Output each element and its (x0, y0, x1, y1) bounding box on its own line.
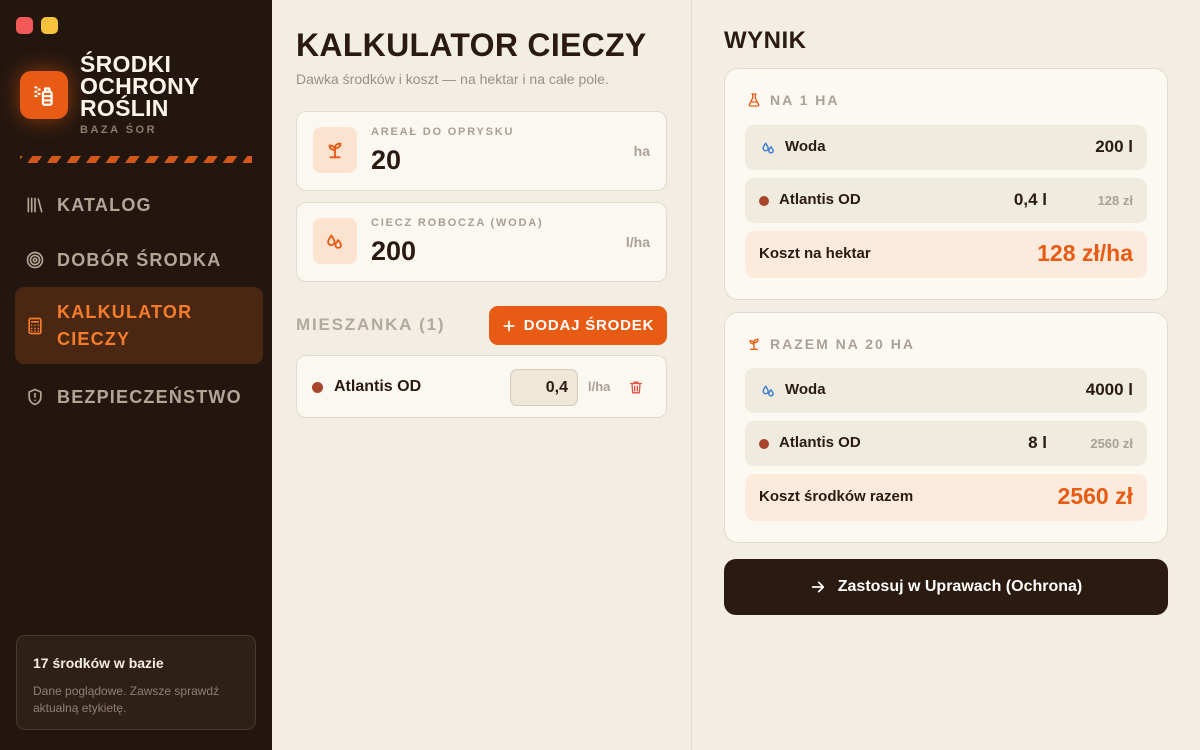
water-label: CIECZ ROBOCZA (WODA) (371, 217, 544, 229)
shield-alert-icon (25, 387, 45, 407)
total-water-label: Woda (785, 381, 826, 398)
area-unit: ha (633, 143, 650, 159)
database-info-card: 17 środków w bazie Dane poglądowe. Zawsz… (16, 635, 256, 730)
total-product-name: Atlantis OD (779, 434, 861, 451)
mix-title: MIESZANKA (1) (296, 315, 446, 334)
disclaimer-text: Dane poglądowe. Zawsze sprawdź aktualną … (33, 684, 220, 715)
total-area-heading: RAZEM NA 20 HA (746, 336, 915, 352)
close-window-button[interactable] (16, 17, 33, 34)
result-title: WYNIK (724, 27, 807, 54)
nav-item-kalkulator-cieczy[interactable]: KALKULATOR CIECZY (15, 287, 263, 364)
water-drops-icon (759, 381, 777, 399)
add-product-label: DODAJ ŚRODEK (523, 317, 655, 334)
water-unit: l/ha (625, 234, 650, 250)
flask-icon (748, 93, 760, 107)
total-cost-label: Koszt środków razem (759, 488, 914, 505)
water-input[interactable]: 200 (371, 236, 416, 267)
area-input-card[interactable]: AREAŁ DO OPRYSKU 20 ha (296, 111, 667, 191)
sidebar: ŚRODKI OCHRONY ROŚLIN BAZA ŚOR KATALOG D… (0, 0, 272, 750)
arrow-right-icon (811, 581, 824, 593)
total-water-row: Woda 4000 l (745, 368, 1147, 413)
page-subtitle: Dawka środków i koszt — na hektar i na c… (296, 71, 609, 87)
droplets-icon (313, 218, 357, 264)
nav-item-label: KALKULATOR CIECZY (57, 301, 193, 349)
app-subtitle: BAZA ŚOR (80, 124, 158, 136)
mix-item-dose-unit: l/ha (588, 379, 611, 394)
total-product-amount: 8 l (1028, 433, 1047, 452)
target-icon (25, 250, 45, 270)
add-product-button[interactable]: DODAJ ŚRODEK (489, 306, 667, 345)
total-area-card: RAZEM NA 20 HA Woda 4000 l Atlantis OD 8… (724, 312, 1168, 543)
apply-to-crops-label: Zastosuj w Uprawach (Ochrona) (837, 578, 1083, 595)
app-title: ŚRODKI OCHRONY ROŚLIN (80, 51, 200, 121)
sprout-icon (749, 338, 759, 350)
per-hectare-card: NA 1 HA Woda 200 l Atlantis OD 0,4 l 128… (724, 68, 1168, 300)
nav-item-label: BEZPIECZEŃSTWO (57, 386, 242, 407)
spray-bottle-icon (34, 86, 53, 106)
library-icon (25, 195, 45, 215)
sprout-icon (313, 127, 357, 173)
nav-item-label: KATALOG (57, 194, 152, 215)
total-product-cost: 2560 zł (1090, 436, 1133, 451)
water-drops-icon (759, 138, 777, 156)
per-hectare-heading-label: NA 1 HA (770, 92, 840, 108)
apply-to-crops-button[interactable]: Zastosuj w Uprawach (Ochrona) (724, 559, 1168, 615)
window-controls (16, 17, 58, 34)
area-label: AREAŁ DO OPRYSKU (371, 126, 515, 138)
product-color-dot (312, 382, 323, 393)
per-ha-total-label: Koszt na hektar (759, 245, 871, 262)
mix-item-dose-input[interactable]: 0,4 (510, 369, 578, 406)
per-hectare-heading: NA 1 HA (746, 92, 840, 108)
nav-item-label: DOBÓR ŚRODKA (57, 249, 222, 270)
minimize-window-button[interactable] (41, 17, 58, 34)
mix-item-name: Atlantis OD (334, 378, 422, 395)
per-ha-product-row: Atlantis OD 0,4 l 128 zł (745, 178, 1147, 223)
product-color-dot (759, 439, 769, 449)
per-ha-total-value: 128 zł/ha (1037, 240, 1133, 266)
hazard-stripe (20, 156, 252, 163)
database-count: 17 środków w bazie (33, 655, 164, 671)
plus-icon (503, 319, 515, 332)
total-cost-row: Koszt środków razem 2560 zł (745, 474, 1147, 521)
area-input[interactable]: 20 (371, 145, 401, 176)
per-ha-water-value: 200 l (1095, 137, 1133, 156)
total-cost-value: 2560 zł (1057, 483, 1133, 509)
total-product-row: Atlantis OD 8 l 2560 zł (745, 421, 1147, 466)
water-input-card[interactable]: CIECZ ROBOCZA (WODA) 200 l/ha (296, 202, 667, 282)
mix-item-row: Atlantis OD 0,4 l/ha (296, 355, 667, 418)
page-title: KALKULATOR CIECZY (296, 27, 647, 63)
result-panel: WYNIK NA 1 HA Woda 200 l Atlantis OD 0,4… (692, 0, 1200, 750)
per-ha-product-cost: 128 zł (1097, 193, 1133, 208)
trash-icon[interactable] (627, 377, 645, 397)
total-water-value: 4000 l (1085, 380, 1133, 399)
nav-item-bezpieczenstwo[interactable]: BEZPIECZEŃSTWO (15, 384, 263, 410)
nav-item-katalog[interactable]: KATALOG (15, 192, 263, 218)
app-logo (20, 71, 68, 119)
per-ha-product-amount: 0,4 l (1013, 190, 1047, 209)
calculator-icon (25, 316, 45, 336)
per-ha-product-name: Atlantis OD (779, 191, 861, 208)
per-ha-total-row: Koszt na hektar 128 zł/ha (745, 231, 1147, 278)
nav-item-dobor-srodka[interactable]: DOBÓR ŚRODKA (15, 247, 263, 273)
per-ha-water-row: Woda 200 l (745, 125, 1147, 170)
calculator-panel: KALKULATOR CIECZY Dawka środków i koszt … (272, 0, 692, 750)
product-color-dot (759, 196, 769, 206)
total-area-heading-label: RAZEM NA 20 HA (770, 336, 915, 352)
per-ha-water-label: Woda (785, 138, 826, 155)
